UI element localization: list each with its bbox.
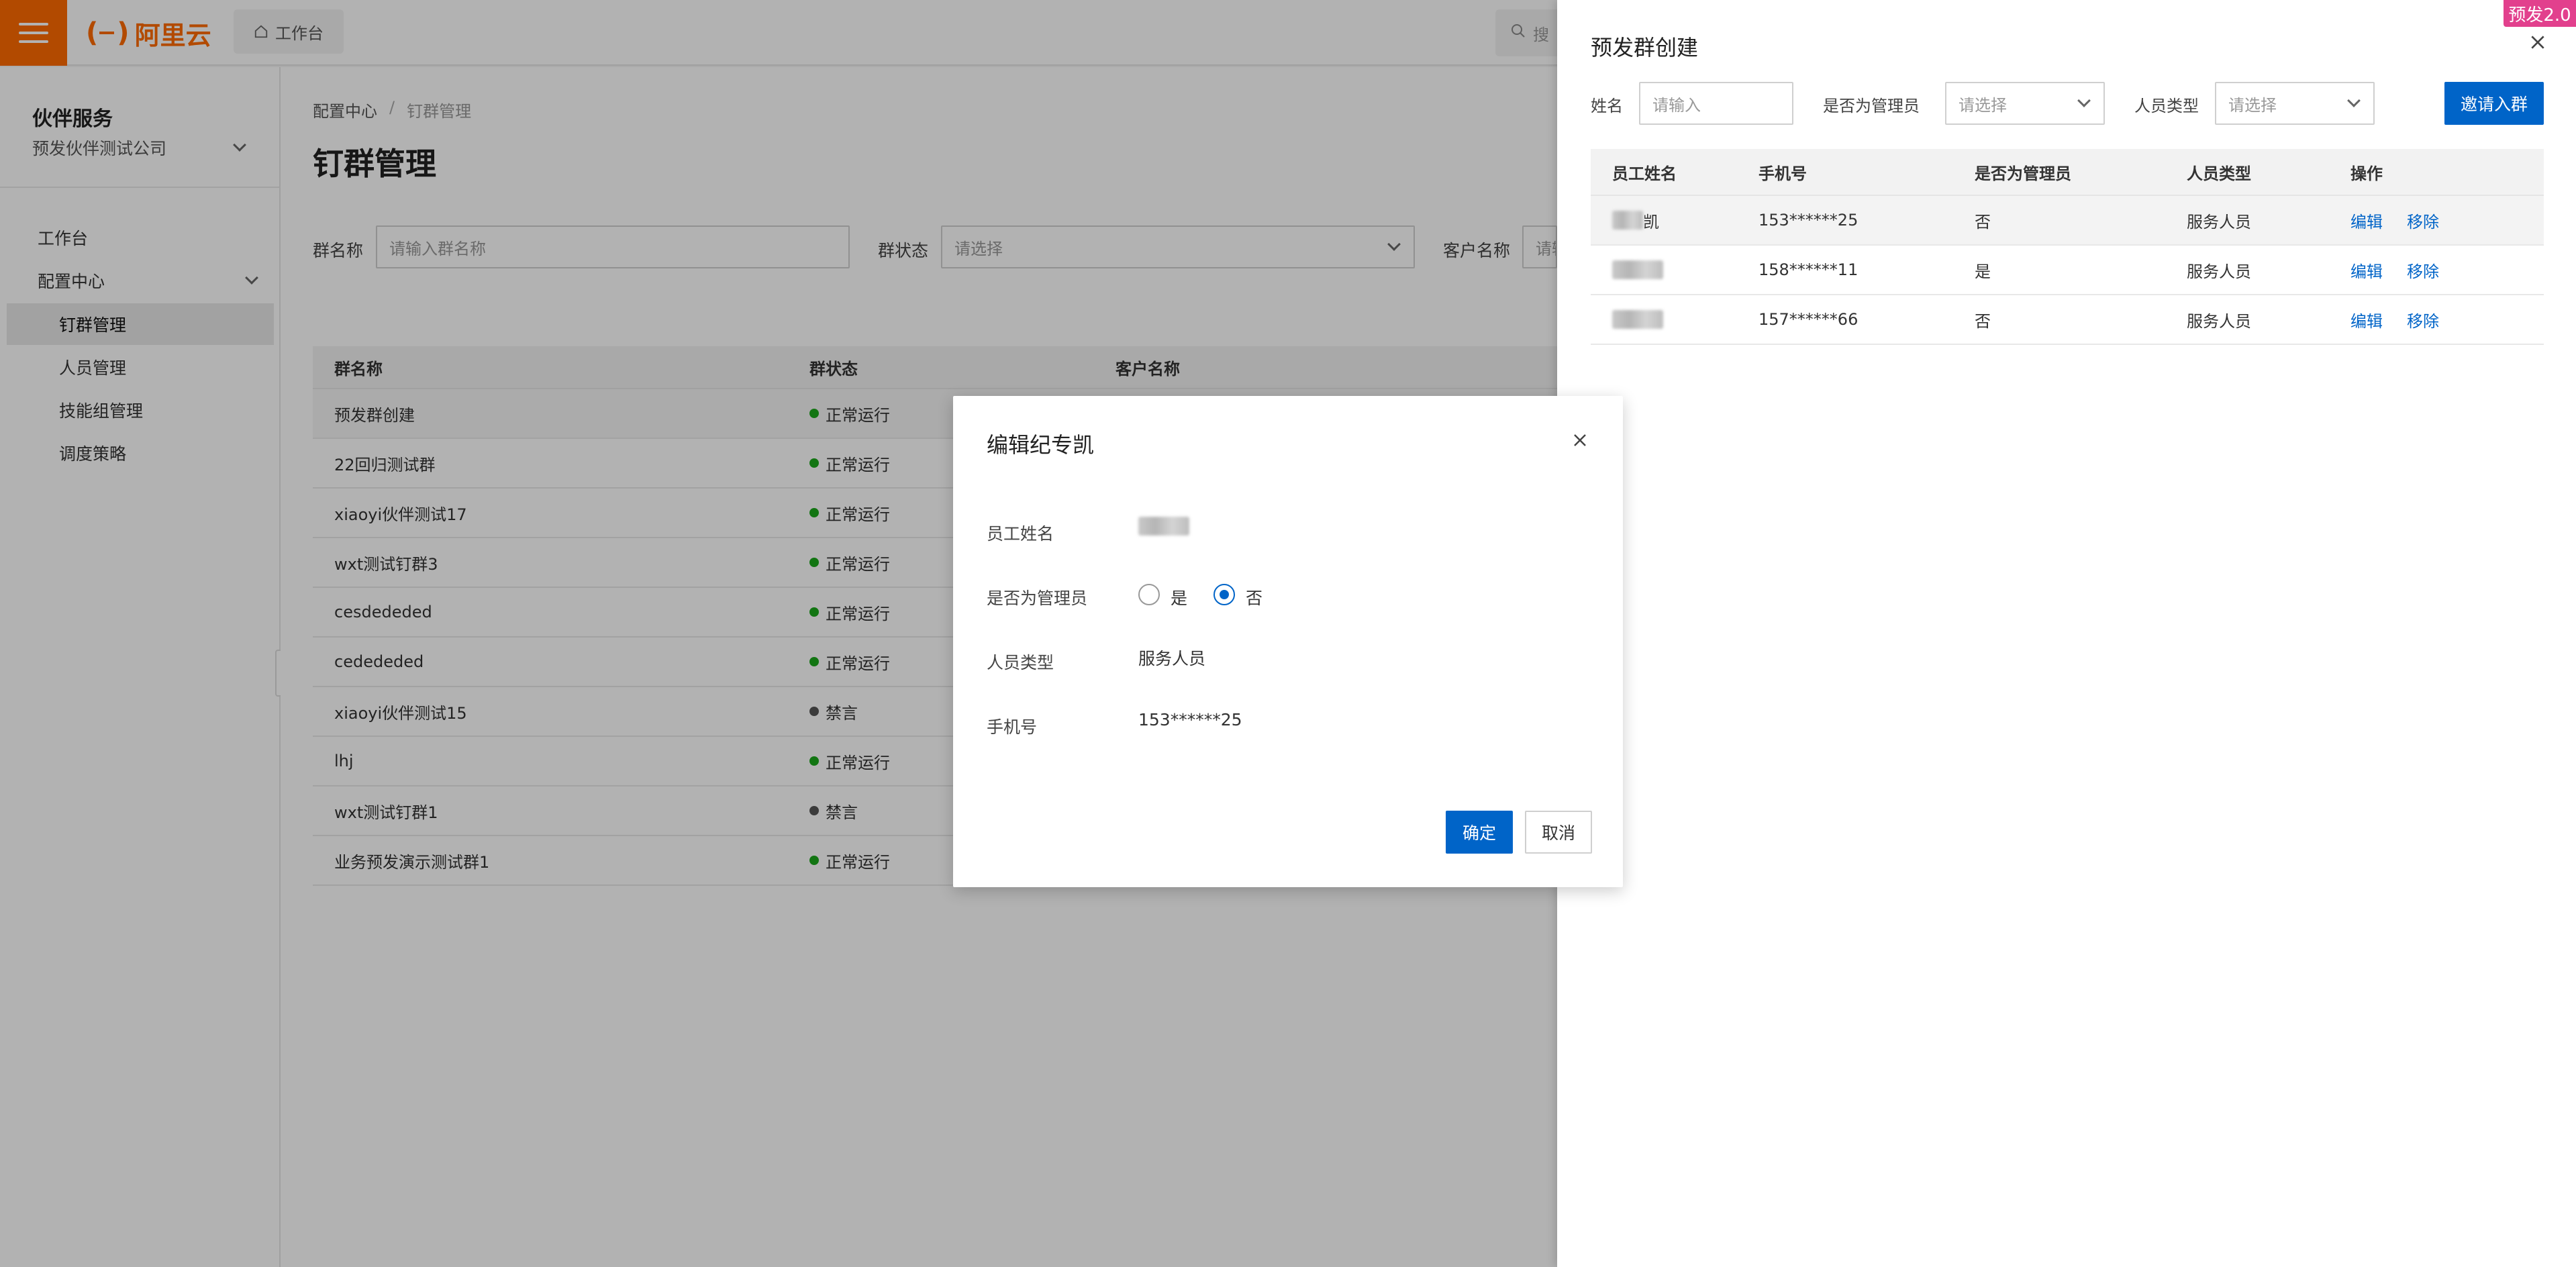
phone-value: 153******25 bbox=[1138, 710, 1242, 729]
header-phone: 手机号 bbox=[1758, 164, 1807, 183]
close-icon[interactable] bbox=[1572, 432, 1588, 448]
phone-label: 手机号 bbox=[987, 717, 1038, 737]
member-row[interactable]: 157******66 否 服务人员 编辑 移除 bbox=[1591, 295, 2544, 345]
drawer-admin-select[interactable]: 请选择 bbox=[1945, 82, 2105, 125]
drawer-title: 预发群创建 bbox=[1591, 35, 1699, 60]
member-name-suffix: 凯 bbox=[1643, 212, 1659, 232]
env-badge: 预发2.0 bbox=[2504, 0, 2576, 27]
member-row[interactable]: 158******11 是 服务人员 编辑 移除 bbox=[1591, 246, 2544, 295]
drawer-name-placeholder: 请输入 bbox=[1652, 95, 1701, 115]
member-actions-cell: 编辑 移除 bbox=[2346, 308, 2544, 332]
member-name-cell bbox=[1591, 310, 1754, 329]
staff-type-value: 服务人员 bbox=[1138, 649, 1206, 668]
chevron-down-icon bbox=[2347, 94, 2361, 107]
header-actions: 操作 bbox=[2350, 164, 2383, 183]
header-employee-name: 员工姓名 bbox=[1612, 164, 1677, 183]
drawer-admin-label: 是否为管理员 bbox=[1823, 97, 1920, 115]
chevron-down-icon bbox=[2077, 94, 2091, 107]
confirm-button[interactable]: 确定 bbox=[1446, 811, 1513, 854]
member-table-header: 员工姓名 手机号 是否为管理员 人员类型 操作 bbox=[1591, 149, 2544, 196]
member-phone-cell: 153******25 bbox=[1758, 211, 1859, 230]
drawer-name-input[interactable]: 请输入 bbox=[1639, 82, 1793, 125]
drawer-admin-placeholder: 请选择 bbox=[1959, 95, 2007, 115]
drawer-type-placeholder: 请选择 bbox=[2228, 95, 2277, 115]
group-detail-drawer: 预发2.0 预发群创建 姓名 请输入 是否为管理员 请选择 人员类型 请选择 邀… bbox=[1557, 0, 2576, 1267]
member-type-cell: 服务人员 bbox=[2187, 262, 2251, 281]
remove-link[interactable]: 移除 bbox=[2407, 209, 2439, 232]
member-type-cell: 服务人员 bbox=[2187, 212, 2251, 232]
header-staff-type: 人员类型 bbox=[2187, 164, 2251, 183]
dialog-title: 编辑纪专凯 bbox=[987, 432, 1095, 458]
edit-link[interactable]: 编辑 bbox=[2350, 308, 2383, 332]
header-is-admin: 是否为管理员 bbox=[1975, 164, 2071, 183]
drawer-type-select[interactable]: 请选择 bbox=[2215, 82, 2375, 125]
staff-type-label: 人员类型 bbox=[987, 653, 1054, 672]
member-row[interactable]: 凯 153******25 否 服务人员 编辑 移除 bbox=[1591, 196, 2544, 246]
close-icon[interactable] bbox=[2529, 34, 2546, 51]
member-type-cell: 服务人员 bbox=[2187, 311, 2251, 331]
member-table: 员工姓名 手机号 是否为管理员 人员类型 操作 凯 153******25 否服务人… bbox=[1591, 149, 2544, 345]
is-admin-label: 是否为管理员 bbox=[987, 589, 1088, 608]
member-admin-cell: 是 bbox=[1975, 262, 1991, 281]
remove-link[interactable]: 移除 bbox=[2407, 308, 2439, 332]
member-phone-cell: 157******66 bbox=[1758, 310, 1859, 329]
invite-button[interactable]: 邀请入群 bbox=[2444, 82, 2544, 125]
admin-no-radio[interactable] bbox=[1213, 584, 1235, 605]
edit-link[interactable]: 编辑 bbox=[2350, 258, 2383, 282]
drawer-name-label: 姓名 bbox=[1591, 97, 1623, 115]
employee-name-value bbox=[1138, 517, 1189, 540]
edit-link[interactable]: 编辑 bbox=[2350, 209, 2383, 232]
edit-member-dialog: 编辑纪专凯 员工姓名 是否为管理员 是 否 人员类型 服务人员 手机号 153*… bbox=[953, 396, 1623, 887]
member-admin-cell: 否 bbox=[1975, 311, 1991, 331]
member-name-cell bbox=[1591, 260, 1754, 279]
member-actions-cell: 编辑 移除 bbox=[2346, 209, 2544, 232]
employee-name-label: 员工姓名 bbox=[987, 524, 1054, 544]
admin-no-label[interactable]: 否 bbox=[1246, 585, 1262, 609]
cancel-button[interactable]: 取消 bbox=[1525, 811, 1592, 854]
admin-yes-radio[interactable] bbox=[1138, 584, 1160, 605]
remove-link[interactable]: 移除 bbox=[2407, 258, 2439, 282]
drawer-type-label: 人员类型 bbox=[2134, 97, 2199, 115]
admin-yes-label[interactable]: 是 bbox=[1171, 585, 1187, 609]
member-name-cell: 凯 bbox=[1591, 209, 1754, 232]
member-actions-cell: 编辑 移除 bbox=[2346, 258, 2544, 282]
member-phone-cell: 158******11 bbox=[1758, 260, 1859, 279]
member-admin-cell: 否 bbox=[1975, 212, 1991, 232]
